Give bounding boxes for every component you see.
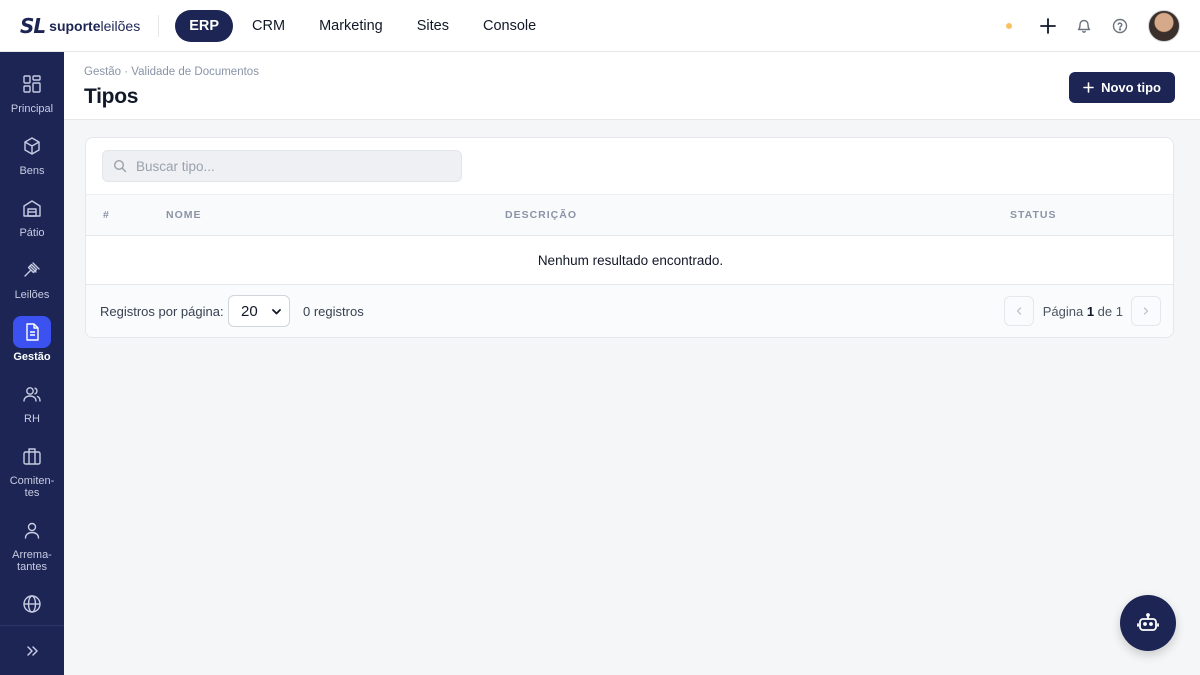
bot-icon [1137,613,1159,631]
top-bar: SL suporte leilões ERP CRM Marketing Sit… [0,0,1200,52]
chevrons-right-icon [27,645,38,656]
sidebar-item-label: RH [24,413,40,425]
status-dot [1006,23,1012,29]
brand-mark: SL [20,13,46,38]
page-prefix: Página [1042,304,1084,319]
globe-icon [13,588,51,620]
document-icon [13,316,51,348]
column-header-name[interactable]: NOME [166,209,202,221]
sidebar-item-comitentes[interactable]: Comiten-tes [0,440,64,499]
sidebar-item-label: Principal [10,103,54,115]
sidebar-item-label: Comiten-tes [9,475,55,499]
per-page-select[interactable]: 20 [228,295,290,327]
search-box[interactable] [102,150,462,182]
top-divider [158,14,160,37]
previous-page-button[interactable] [1004,296,1034,326]
sidebar-collapse-button[interactable] [0,625,64,675]
per-page-value: 20 [241,302,258,320]
per-page-label: Registros por página: [100,304,224,319]
module-tab-crm[interactable]: CRM [237,10,300,42]
sidebar-item-patio[interactable]: Pátio [0,192,64,239]
page-total: 1 [1115,304,1123,319]
sidebar-item-label: Leilões [14,289,50,301]
chevron-left-icon [1016,307,1022,315]
sidebar-item-leiloes[interactable]: Leilões [0,254,64,301]
table-footer: Registros por página: 20 0 registros Pág… [86,285,1173,337]
brand-name-bold: suporte [49,17,101,34]
help-icon[interactable] [1110,16,1130,36]
sidebar-item-label: Arrema-tantes [12,549,52,573]
module-tab-erp[interactable]: ERP [175,9,234,42]
sidebar: Principal Bens Pátio Leilões Gestão RH C… [0,52,64,675]
column-header-status[interactable]: STATUS [1010,209,1056,221]
dashboard-icon [13,68,51,100]
sidebar-item-principal[interactable]: Principal [0,68,64,115]
page-title: Tipos [84,85,139,108]
types-table-card: # NOME DESCRIÇÃO STATUS Nenhum resultado… [85,137,1174,338]
search-input[interactable] [136,158,436,174]
plus-icon[interactable] [1038,16,1058,36]
page-current: 1 [1086,304,1095,319]
new-type-button-label: Novo tipo [1101,80,1161,95]
brand-name-light: leilões [100,17,141,34]
page-header: Gestão · Validade de Documentos Tipos No… [64,52,1200,120]
user-icon [13,514,51,546]
page-of: de [1097,304,1113,319]
warehouse-icon [13,192,51,224]
sidebar-item-sites[interactable] [0,588,64,620]
gavel-icon [13,254,51,286]
sidebar-item-label: Bens [19,165,45,177]
empty-state-message: Nenhum resultado encontrado. [86,236,1173,285]
module-nav: ERP CRM Marketing Sites Console [175,9,551,42]
brand-logo[interactable]: SL suporte leilões [20,0,140,52]
column-header-number[interactable]: # [103,209,110,221]
assistant-bot-button[interactable] [1120,595,1176,651]
breadcrumb: Gestão · Validade de Documentos [84,66,259,78]
page-indicator: Página 1 de 1 [1043,304,1123,319]
top-actions [1006,0,1180,52]
users-icon [13,378,51,410]
chevron-down-icon [272,309,281,315]
briefcase-icon [13,440,51,472]
sidebar-item-label: Pátio [19,227,45,239]
column-header-description[interactable]: DESCRIÇÃO [505,209,577,221]
next-page-button[interactable] [1131,296,1161,326]
sidebar-item-bens[interactable]: Bens [0,130,64,177]
sidebar-item-arrematantes[interactable]: Arrema-tantes [0,514,64,573]
table-header: # NOME DESCRIÇÃO STATUS [86,194,1173,236]
sidebar-item-label: Gestão [13,351,51,363]
sidebar-item-gestao[interactable]: Gestão [0,316,64,363]
record-count: 0 registros [303,304,364,319]
avatar[interactable] [1148,10,1180,42]
box-icon [13,130,51,162]
module-tab-marketing[interactable]: Marketing [304,10,398,42]
new-type-button[interactable]: Novo tipo [1069,72,1175,103]
module-tab-console[interactable]: Console [468,10,551,42]
sidebar-item-rh[interactable]: RH [0,378,64,425]
module-tab-sites[interactable]: Sites [402,10,464,42]
bell-icon[interactable] [1074,16,1094,36]
search-icon [113,159,127,173]
plus-icon [1083,82,1094,93]
chevron-right-icon [1143,307,1149,315]
